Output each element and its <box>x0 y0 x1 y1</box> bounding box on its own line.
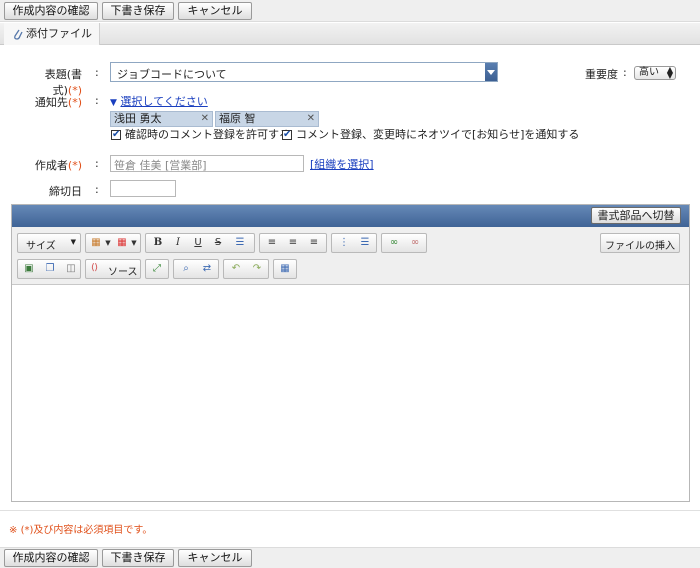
insert-file-button[interactable]: ファイルの挿入 <box>600 233 680 253</box>
divider <box>0 510 700 511</box>
caret-down-icon: ▼ <box>110 98 117 108</box>
switch-format-button[interactable]: 書式部品へ切替 <box>591 207 681 224</box>
redo-icon[interactable]: ↷ <box>249 262 265 276</box>
font-size-dropdown[interactable]: サイズ ▼ <box>17 233 81 253</box>
replace-icon[interactable]: ⇄ <box>199 262 215 276</box>
rich-text-editor: 書式部品へ切替 サイズ ▼ ▦ ▼ ▦ ▼ B I U S ☰ ≡ ≡ ≡ ⋮ … <box>11 204 690 502</box>
source-label: ソース <box>108 267 138 278</box>
maximize-icon[interactable]: ⤢ <box>149 262 165 276</box>
unlink-icon[interactable]: ∞ <box>407 236 423 250</box>
maximize-group: ⤢ <box>145 259 169 279</box>
author-field[interactable]: 笹倉 佳美 [営業部] <box>110 155 304 172</box>
recipients-colon: : <box>95 94 99 107</box>
chip-label: 浅田 勇太 <box>114 112 162 125</box>
cancel-button[interactable]: キャンセル <box>178 549 252 567</box>
align-right-icon[interactable]: ≡ <box>306 236 322 250</box>
find-group: ⌕ ⇄ <box>173 259 219 279</box>
recipient-chip: 浅田 勇太 ✕ <box>110 111 213 127</box>
save-draft-button[interactable]: 下書き保存 <box>102 549 174 567</box>
paperclip-icon <box>13 27 23 49</box>
select-recipients-link[interactable]: 選択してください <box>120 95 207 108</box>
subject-value: ジョブコードについて <box>117 68 227 81</box>
insert-file-label: ファイルの挿入 <box>605 241 675 252</box>
allow-comment-checkbox[interactable]: 確認時のコメント登録を許可する <box>111 128 290 142</box>
checkbox-checked-icon <box>282 128 292 142</box>
recipients-label: 通知先(*) <box>34 96 82 109</box>
confirm-button[interactable]: 作成内容の確認 <box>4 549 98 567</box>
chip-label: 福原 智 <box>219 112 256 125</box>
ordered-list-icon[interactable]: ⋮ <box>336 236 352 250</box>
save-draft-button[interactable]: 下書き保存 <box>102 2 174 20</box>
undo-redo-group: ↶ ↷ <box>223 259 269 279</box>
preview-icon[interactable]: ◫ <box>63 262 79 276</box>
checkbox-label: コメント登録、変更時にネオツイで[お知らせ]を通知する <box>296 128 580 141</box>
checkbox-label: 確認時のコメント登録を許可する <box>125 128 290 141</box>
stepper-icon: ▲ ▼ <box>666 65 673 80</box>
link-icon[interactable]: ∞ <box>386 236 402 250</box>
subject-colon: : <box>95 66 99 79</box>
remove-icon[interactable]: ✕ <box>307 112 315 126</box>
remove-icon[interactable]: ✕ <box>201 112 209 126</box>
deadline-label: 締切日 <box>49 185 82 198</box>
table-group: ▦ <box>273 259 297 279</box>
select-org-link[interactable]: [組織を選択] <box>310 156 374 172</box>
tab-attachments[interactable]: 添付ファイル <box>4 23 100 45</box>
italic-icon[interactable]: I <box>170 236 186 250</box>
color-group: ▦ ▼ ▦ ▼ <box>85 233 141 253</box>
image-icon[interactable]: ▣ <box>21 262 37 276</box>
importance-value: 高い <box>639 67 659 78</box>
source-icon: ⟨⟩ <box>91 263 99 273</box>
deadline-input[interactable] <box>110 180 176 197</box>
align-left-icon[interactable]: ≡ <box>264 236 280 250</box>
recipient-select[interactable]: ▼ 選択してください <box>110 93 208 109</box>
align-group: ≡ ≡ ≡ <box>259 233 327 253</box>
cancel-button[interactable]: キャンセル <box>178 2 252 20</box>
list-group: ⋮ ☰ <box>331 233 377 253</box>
recipient-chip: 福原 智 ✕ <box>215 111 319 127</box>
chevron-down-icon[interactable] <box>485 63 497 81</box>
attachment-tab-bar: 添付ファイル <box>0 23 700 45</box>
editor-header: 書式部品へ切替 <box>12 205 689 227</box>
undo-icon[interactable]: ↶ <box>228 262 244 276</box>
image-group: ▣ ❐ ◫ <box>17 259 81 279</box>
copy-icon[interactable]: ❐ <box>42 262 58 276</box>
bottom-button-bar: 作成内容の確認 下書き保存 キャンセル <box>0 547 700 568</box>
required-note-text: (*)及び内容は必須項目です。 <box>20 525 153 536</box>
required-mark: ※ <box>9 525 18 536</box>
align-center-icon[interactable]: ≡ <box>285 236 301 250</box>
author-label: 作成者(*) <box>34 159 82 172</box>
confirm-button[interactable]: 作成内容の確認 <box>4 2 98 20</box>
source-button[interactable]: ⟨⟩ ソース <box>85 259 141 279</box>
deadline-colon: : <box>95 183 99 196</box>
tab-label: 添付ファイル <box>26 27 92 40</box>
author-value: 笹倉 佳美 [営業部] <box>114 159 207 172</box>
find-icon[interactable]: ⌕ <box>178 262 194 276</box>
editor-toolbar: サイズ ▼ ▦ ▼ ▦ ▼ B I U S ☰ ≡ ≡ ≡ ⋮ ☰ ∞ ∞ ファ… <box>12 227 689 285</box>
required-note: ※ (*)及び内容は必須項目です。 <box>9 521 152 536</box>
chevron-down-icon: ▼ <box>70 238 76 246</box>
strikethrough-icon[interactable]: S <box>210 236 226 250</box>
unordered-list-icon[interactable]: ☰ <box>357 236 373 250</box>
bold-icon[interactable]: B <box>150 236 166 250</box>
text-style-group: B I U S ☰ <box>145 233 255 253</box>
editor-content-area[interactable] <box>12 286 689 501</box>
link-group: ∞ ∞ <box>381 233 427 253</box>
insert-table-icon[interactable]: ▦ <box>277 262 293 276</box>
importance-colon: : <box>623 66 627 79</box>
author-colon: : <box>95 157 99 170</box>
underline-icon[interactable]: U <box>190 236 206 250</box>
importance-select[interactable]: 高い ▲ ▼ <box>634 66 676 80</box>
horizontal-rule-icon[interactable]: ☰ <box>232 236 248 250</box>
checkbox-checked-icon <box>111 128 121 142</box>
top-button-bar: 作成内容の確認 下書き保存 キャンセル <box>0 0 700 22</box>
chevron-down-icon[interactable]: ▼ <box>126 236 142 250</box>
notify-checkbox[interactable]: コメント登録、変更時にネオツイで[お知らせ]を通知する <box>282 128 579 142</box>
importance-label: 重要度 <box>585 68 618 81</box>
subject-select[interactable]: ジョブコードについて <box>110 62 498 82</box>
font-size-label: サイズ <box>26 241 56 252</box>
